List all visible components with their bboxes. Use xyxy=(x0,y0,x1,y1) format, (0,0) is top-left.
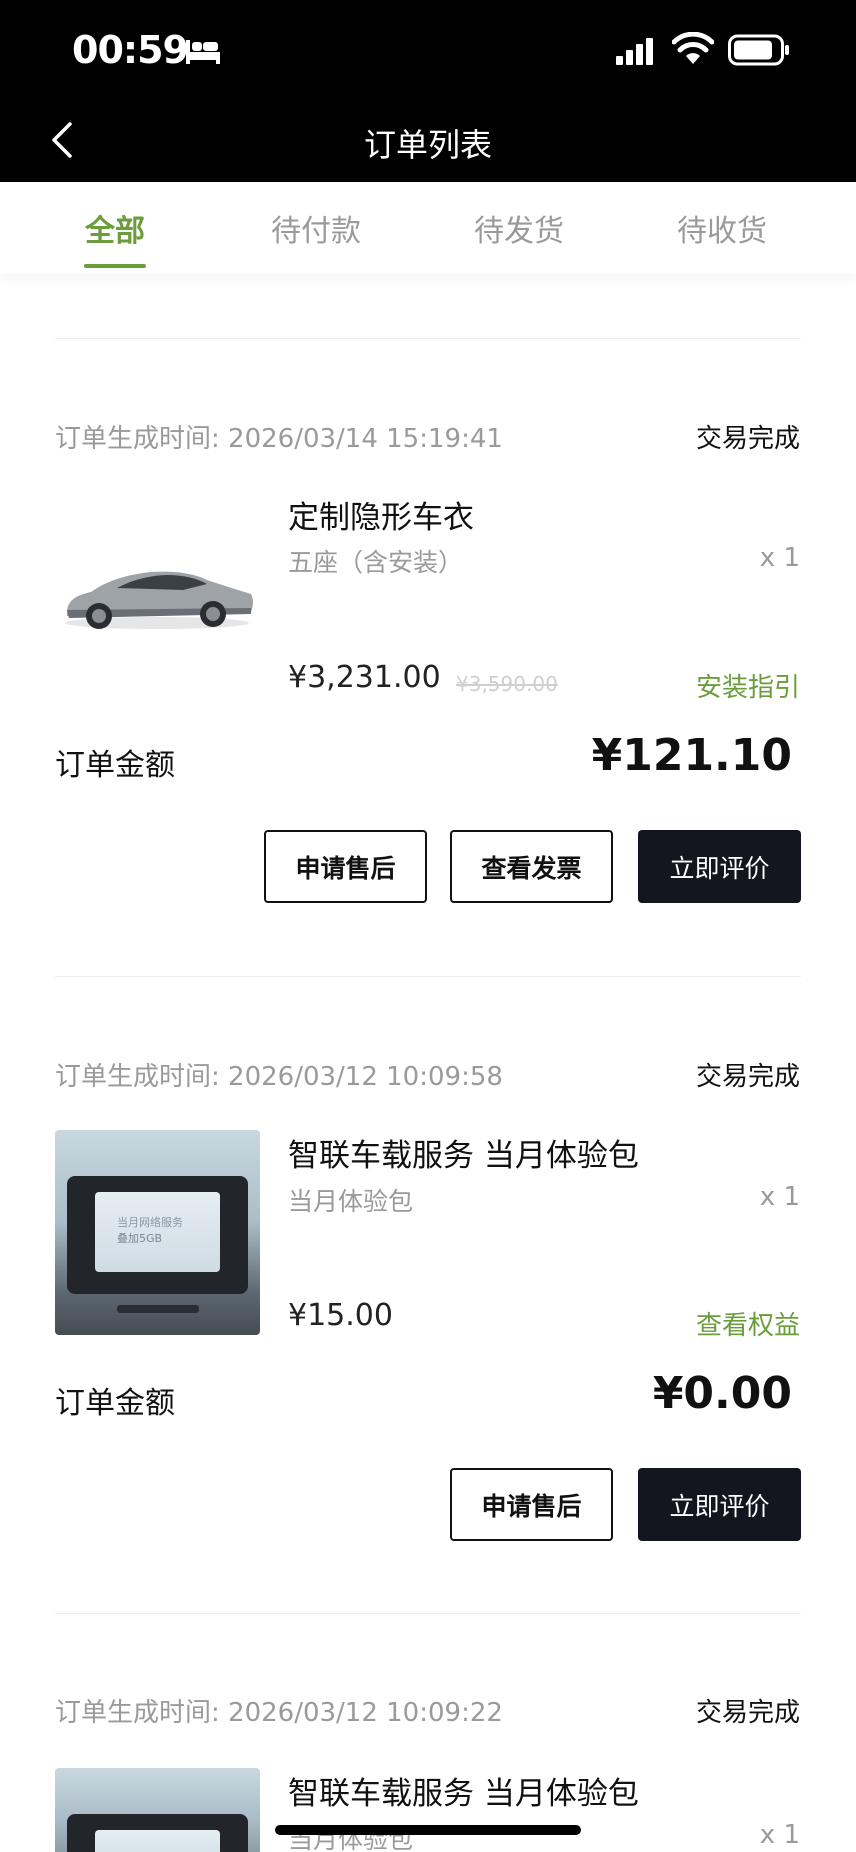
tab-pending-shipment[interactable]: 待发货 xyxy=(459,206,579,250)
product-price: ¥15.00 xyxy=(288,1298,393,1333)
product-image-car[interactable] xyxy=(55,480,260,685)
screen-text: 当月网络服务 xyxy=(117,1216,183,1229)
tab-all[interactable]: 全部 xyxy=(55,206,175,250)
order-tabs: 全部 待付款 待发货 待收货 xyxy=(0,182,856,274)
product-image-screen[interactable] xyxy=(55,1768,260,1852)
installation-guide-link[interactable]: 安装指引 xyxy=(696,667,800,704)
home-indicator xyxy=(275,1825,581,1835)
product-title[interactable]: 定制隐形车衣 xyxy=(288,492,474,537)
order-amount-value: ¥121.10 xyxy=(591,730,792,781)
status-time: 00:59 xyxy=(72,28,189,72)
review-button[interactable]: 立即评价 xyxy=(638,830,801,903)
order-time: 订单生成时间: 2026/03/12 10:09:22 xyxy=(55,1698,503,1728)
product-quantity: x 1 xyxy=(759,1820,800,1850)
original-price: ¥3,590.00 xyxy=(456,672,558,696)
product-price: ¥3,231.00 xyxy=(288,660,441,695)
page-title: 订单列表 xyxy=(363,126,492,164)
tab-pending-payment[interactable]: 待付款 xyxy=(256,206,376,250)
product-quantity: x 1 xyxy=(759,543,800,573)
active-tab-indicator xyxy=(84,264,146,268)
screen-display xyxy=(95,1830,220,1852)
order-status: 交易完成 xyxy=(695,1698,800,1728)
divider xyxy=(55,1613,801,1614)
view-benefits-link[interactable]: 查看权益 xyxy=(696,1305,800,1342)
order-time: 订单生成时间: 2026/03/14 15:19:41 xyxy=(55,424,503,454)
order-amount-label: 订单金额 xyxy=(55,748,175,783)
after-sales-button[interactable]: 申请售后 xyxy=(450,1468,613,1541)
cellular-signal-icon xyxy=(616,38,653,65)
divider xyxy=(55,338,801,339)
order-amount-value: ¥0.00 xyxy=(652,1368,792,1419)
after-sales-button[interactable]: 申请售后 xyxy=(264,830,427,903)
sleep-mode-icon xyxy=(186,40,220,64)
tab-pending-receipt[interactable]: 待收货 xyxy=(662,206,782,250)
product-title[interactable]: 智联车载服务 当月体验包 xyxy=(288,1130,639,1175)
status-bar: 00:59 xyxy=(0,0,856,100)
car-icon xyxy=(65,571,253,629)
product-variant: 当月体验包 xyxy=(288,1187,414,1216)
order-time: 订单生成时间: 2026/03/12 10:09:58 xyxy=(55,1062,503,1092)
divider xyxy=(55,976,801,977)
product-title[interactable]: 智联车载服务 当月体验包 xyxy=(288,1768,639,1813)
dashboard-vent xyxy=(117,1305,199,1313)
battery-icon xyxy=(728,34,789,66)
wifi-icon xyxy=(672,32,714,64)
product-variant: 五座（含安装） xyxy=(288,548,464,577)
screen-display: 当月网络服务 叠加5GB xyxy=(95,1192,220,1272)
order-status: 交易完成 xyxy=(695,1062,800,1092)
screen-text: 叠加5GB xyxy=(117,1232,163,1245)
view-invoice-button[interactable]: 查看发票 xyxy=(450,830,613,903)
product-quantity: x 1 xyxy=(759,1182,800,1212)
order-amount-label: 订单金额 xyxy=(55,1386,175,1421)
review-button[interactable]: 立即评价 xyxy=(638,1468,801,1541)
product-image-screen[interactable]: 当月网络服务 叠加5GB xyxy=(55,1130,260,1335)
order-status: 交易完成 xyxy=(695,424,800,454)
nav-bar: 订单列表 xyxy=(0,100,856,182)
